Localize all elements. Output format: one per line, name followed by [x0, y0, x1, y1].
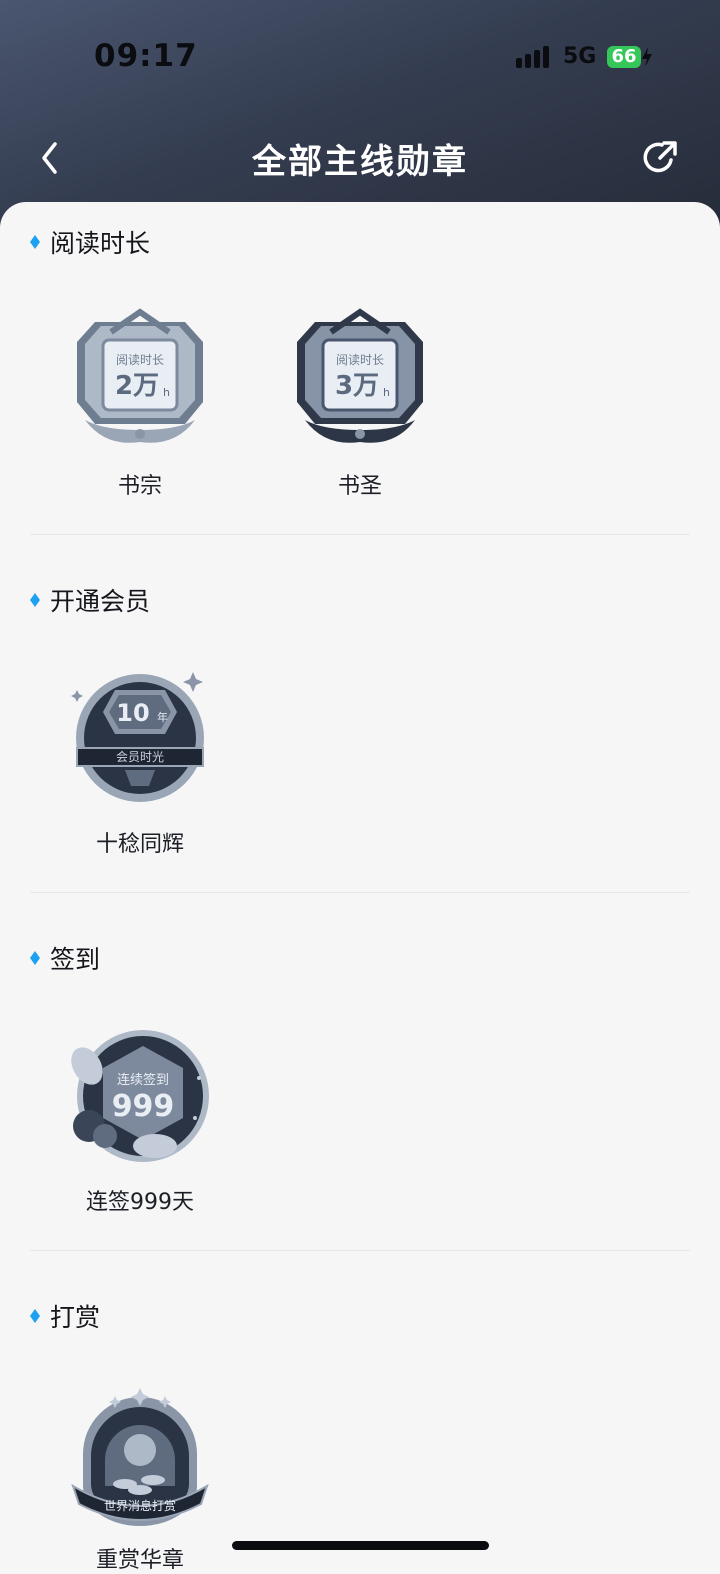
section-header: 开通会员	[30, 580, 150, 620]
checkin-badge-icon: 连续签到 999	[71, 1030, 209, 1162]
section-divider	[30, 892, 690, 893]
badge-name: 连签999天	[86, 1190, 194, 1215]
diamond-icon	[30, 1309, 40, 1323]
content-sheet: 阅读时长 阅读时长 2万 h 书宗 阅读时长 3万 h 书圣 开通会员 10 年…	[0, 202, 720, 1573]
nav-bar: 全部主线勋章	[0, 120, 720, 200]
reading-badge-icon: 阅读时长 2万 h	[77, 308, 203, 443]
section-title: 签到	[50, 945, 101, 974]
badge-label: 阅读时长	[116, 353, 164, 367]
badge-value: 3万	[335, 371, 379, 401]
badge-label: 阅读时长	[336, 353, 384, 367]
badge-shusheng[interactable]: 阅读时长 3万 h 书圣	[285, 302, 435, 500]
badge-name: 重赏华章	[95, 1548, 184, 1573]
diamond-icon	[30, 951, 40, 965]
diamond-icon	[30, 235, 40, 249]
section-header: 签到	[30, 938, 100, 978]
section-header: 阅读时长	[30, 222, 150, 262]
badge-label: 世界消息打赏	[104, 1498, 176, 1513]
badge-value: 10	[116, 699, 149, 727]
badge-name: 书宗	[117, 474, 162, 499]
section-header: 打赏	[30, 1296, 100, 1336]
badge-value: 999	[112, 1089, 175, 1124]
signal-icon	[516, 46, 552, 68]
badge-shuzong[interactable]: 阅读时长 2万 h 书宗	[65, 302, 215, 500]
diamond-icon	[30, 593, 40, 607]
badge-unit: h	[383, 386, 390, 399]
battery-icon: 66	[607, 46, 641, 68]
membership-badge-icon: 10 年 会员时光	[71, 672, 204, 802]
home-indicator[interactable]	[232, 1541, 489, 1550]
badge-shiren-tonghui[interactable]: 10 年 会员时光 十稔同辉	[65, 660, 215, 858]
section-title: 打赏	[50, 1303, 101, 1332]
status-time: 09:17	[94, 38, 198, 74]
page-title: 全部主线勋章	[252, 142, 468, 182]
section-title: 开通会员	[50, 587, 151, 616]
battery-level: 66	[611, 46, 637, 67]
badge-label: 连续签到	[117, 1072, 169, 1088]
network-type: 5G	[563, 44, 597, 69]
section-title: 阅读时长	[50, 229, 151, 258]
status-bar: 09:17 5G 66	[0, 0, 720, 110]
section-divider	[30, 534, 690, 535]
badge-name: 书圣	[337, 474, 382, 499]
badge-zhongshang-huazhang[interactable]: 世界消息打赏 重赏华章	[65, 1376, 215, 1574]
tipping-badge-icon: 世界消息打赏	[71, 1388, 209, 1526]
badge-unit: h	[163, 386, 170, 399]
refresh-share-icon[interactable]	[638, 136, 680, 178]
badge-unit: 年	[157, 710, 168, 724]
section-divider	[30, 1250, 690, 1251]
badge-name: 十稔同辉	[95, 832, 184, 857]
badge-value: 2万	[115, 371, 159, 401]
badge-label: 会员时光	[116, 750, 164, 764]
badge-checkin-999[interactable]: 连续签到 999 连签999天	[65, 1018, 215, 1216]
charging-bolt-icon	[642, 47, 652, 67]
reading-badge-icon: 阅读时长 3万 h	[297, 308, 423, 443]
